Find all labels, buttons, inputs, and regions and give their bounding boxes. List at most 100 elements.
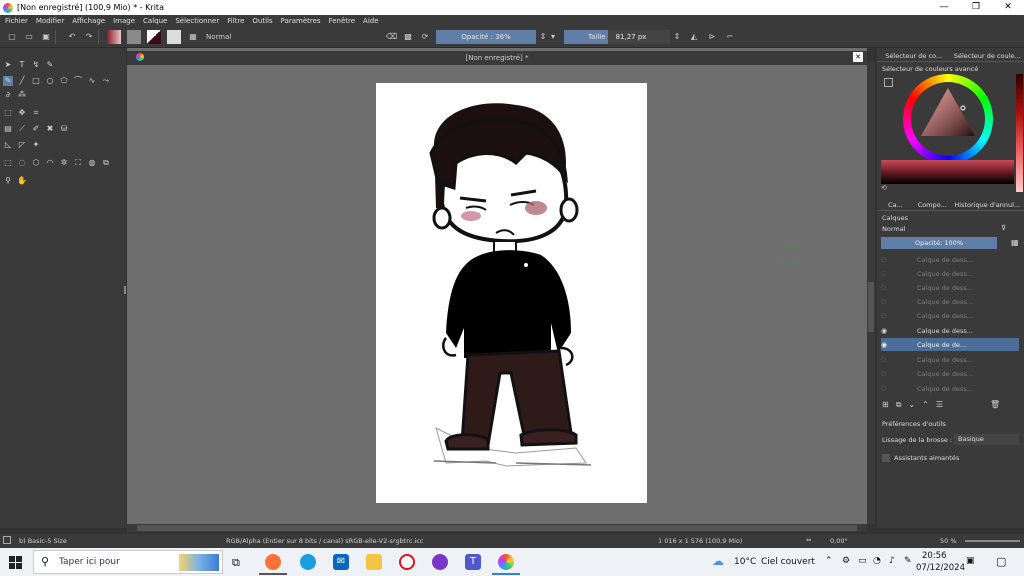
value-slider[interactable] [881,160,1014,184]
tab-compositions[interactable]: Compo... [913,200,951,211]
visibility-icon[interactable]: ◌ [881,356,893,363]
bezier-select-icon[interactable]: ◍ [87,158,97,168]
tab-history[interactable]: Historique d'annul... [950,200,1024,211]
duplicate-layer-icon[interactable]: ⧉ [896,400,902,412]
tab-color-selector-2[interactable]: Sélecteur de coule... [950,51,1024,62]
battery-icon[interactable]: ▭ [858,556,867,566]
zoom-value[interactable]: 50 % [940,537,957,545]
tab-calques[interactable]: Ca... [877,200,914,211]
assistant-icon[interactable]: ◺ [3,140,13,150]
layer-row-active[interactable]: ◉ Calque de de... [881,338,1019,351]
tray-app-icon[interactable]: ⚙ [842,556,850,566]
app-icon-c[interactable] [432,554,448,570]
edit-shape-icon[interactable]: ↯ [31,60,41,70]
pen-icon[interactable]: ✎ [904,556,912,566]
fill-icon[interactable]: ⛁ [59,124,69,134]
visibility-icon[interactable]: ◌ [881,385,893,392]
similar-select-icon[interactable]: ⛶ [73,158,83,168]
open-document-icon[interactable]: ▭ [24,32,34,42]
undo-icon[interactable]: ↶ [67,32,77,42]
reload-preset-icon[interactable]: ⟳ [420,32,430,42]
gradient-swatch[interactable] [107,30,121,44]
layers-blend-select[interactable]: Normal [882,225,992,235]
bezier-icon[interactable]: ∿ [87,76,97,86]
layer-row[interactable]: ◌ Calque de dess... [881,253,1019,266]
brush-presets-grid-icon[interactable]: ▦ [188,32,198,42]
panel-collapse-handle[interactable] [124,286,126,294]
visibility-icon[interactable]: ◌ [881,370,893,377]
close-document-button[interactable]: ✕ [853,52,863,62]
minimize-button[interactable]: — [928,0,960,15]
clock-time[interactable]: 20:56 [922,551,947,561]
polygon-icon[interactable]: ⬠ [59,76,69,86]
multibrush-icon[interactable]: ⁂ [17,90,27,100]
transform-icon[interactable]: ⬚ [3,108,13,118]
ellipse-icon[interactable]: ○ [45,76,55,86]
selector-settings-icon[interactable] [884,78,893,87]
colorize-mask-icon[interactable]: ✐ [31,124,41,134]
document-tab[interactable]: [Non enregistré] * ✕ [127,51,867,65]
size-stepper-icon[interactable]: ⇕ [672,32,682,42]
layer-row[interactable]: ◌ Calque de dess... [881,295,1019,308]
move-up-icon[interactable]: ⌃ [922,400,929,412]
smart-patch-icon[interactable]: ✖ [45,124,55,134]
reference-icon[interactable]: ✦ [31,140,41,150]
mirror-horizontal-icon[interactable]: ◭ [689,32,699,42]
delete-layer-icon[interactable]: 🗑 [990,400,1000,412]
opacity-slider[interactable]: Opacité : 36% [436,30,536,44]
task-view-icon[interactable]: ⧉ [232,556,240,570]
canvas-color-wheel-icon[interactable] [136,53,144,61]
wrap-around-icon[interactable]: ⌐ [725,32,735,42]
eye-icon[interactable]: ◉ [881,327,893,335]
layer-row[interactable]: ◌ Calque de dess... [881,382,1019,395]
eye-icon[interactable]: ◉ [881,341,893,349]
layers-opacity-slider[interactable]: Opacité: 100% [881,237,997,249]
firefox-icon[interactable] [265,554,281,570]
brush-preset-icon[interactable] [167,30,181,44]
layer-row[interactable]: ◌ Calque de dess... [881,281,1019,294]
layer-row[interactable]: ◉ Calque de dess... [881,324,1019,337]
magnetic-checkbox[interactable] [882,454,890,462]
line-icon[interactable]: ╱ [17,76,27,86]
rect-select-icon[interactable]: ⬚ [3,158,13,168]
menu-image[interactable]: Image [113,17,135,25]
eraser-icon[interactable]: ⌫ [386,32,397,42]
weather-icon[interactable]: ☁ [712,554,724,568]
freehand-select-icon[interactable]: ◠ [45,158,55,168]
menu-modifier[interactable]: Modifier [36,17,64,25]
color-swatches-icon[interactable] [147,30,161,44]
gradient-tool-icon[interactable]: ▤ [3,124,13,134]
menu-selectionner[interactable]: Sélectionner [175,17,219,25]
visibility-icon[interactable]: ◌ [881,312,893,319]
menu-parametres[interactable]: Paramètres [281,17,321,25]
move-icon[interactable]: ✥ [17,108,27,118]
magnetic-select-icon[interactable]: ⧉ [101,158,111,168]
layer-row[interactable]: ◌ Calque de dess... [881,309,1019,322]
polygon-select-icon[interactable]: ⬡ [31,158,41,168]
temperature[interactable]: 10°C [734,557,756,567]
canvas-paper[interactable] [376,83,647,503]
vertical-scrollbar[interactable] [867,62,875,524]
teams-icon[interactable]: T [465,554,481,570]
visibility-icon[interactable]: ◌ [881,270,893,277]
layer-row[interactable]: ◌ Calque de dess... [881,267,1019,280]
redo-icon[interactable]: ↷ [84,32,94,42]
save-icon[interactable]: ▣ [41,32,51,42]
file-explorer-icon[interactable] [366,554,382,570]
freehand-brush-icon[interactable]: ✎ [3,76,13,86]
menu-fenetre[interactable]: Fenêtre [329,17,355,25]
size-slider[interactable]: Taille 81,27 px [564,30,670,44]
edge-icon[interactable] [300,554,316,570]
visibility-icon[interactable]: ◌ [881,298,893,305]
color-wheel[interactable] [903,74,993,164]
contiguous-select-icon[interactable]: ✲ [59,158,69,168]
rectangle-icon[interactable]: □ [31,76,41,86]
mail-icon[interactable]: ✉ [333,554,349,570]
dynamic-brush-icon[interactable]: ∂ [3,90,13,100]
horizontal-scrollbar[interactable] [127,524,867,532]
text-icon[interactable]: T [17,60,27,70]
freehand-path-icon[interactable]: ⤳ [101,76,111,86]
swap-icon[interactable]: ⟲ [881,184,887,192]
add-layer-icon[interactable]: ⊞ [882,400,889,412]
menu-outils[interactable]: Outils [252,17,272,25]
